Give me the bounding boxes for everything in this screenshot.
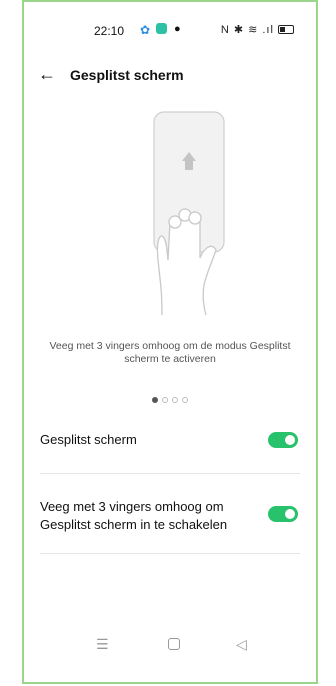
setting-row-three-finger-swipe[interactable]: Veeg met 3 vingers omhoog om Gesplitst s…: [40, 498, 300, 536]
setting-label: Veeg met 3 vingers omhoog om Gesplitst s…: [40, 499, 228, 532]
setting-label: Gesplitst scherm: [40, 432, 137, 447]
divider: [40, 473, 300, 474]
back-arrow-icon[interactable]: ←: [38, 64, 56, 85]
page-dot: [162, 397, 168, 403]
phone-frame: 22:10 ✿ ● N ✱ ≋ .ıl ← Gesplitst scherm V…: [22, 0, 318, 684]
system-icons: N ✱ ≋ .ıl: [221, 23, 294, 36]
page-dot: [172, 397, 178, 403]
setting-row-split-screen[interactable]: Gesplitst scherm: [40, 430, 300, 450]
gear-icon: ✿: [140, 23, 151, 37]
app-icon: [156, 23, 167, 34]
page-title: Gesplitst scherm: [70, 67, 184, 83]
status-bar: 22:10 ✿ ● N ✱ ≋ .ıl: [24, 20, 316, 40]
page-dot: [182, 397, 188, 403]
page-indicator: [24, 390, 316, 408]
page-dot: [152, 397, 158, 403]
three-finger-swipe-illustration: [153, 111, 225, 316]
status-time: 22:10: [94, 24, 125, 38]
three-finger-swipe-toggle[interactable]: [268, 506, 298, 522]
page-header: ← Gesplitst scherm: [24, 64, 316, 88]
system-icons-text: N ✱ ≋ .ıl: [220, 24, 274, 36]
menu-icon[interactable]: ☰: [96, 636, 109, 653]
navigation-bar: ☰ ◁: [24, 636, 316, 660]
split-screen-toggle[interactable]: [268, 432, 298, 448]
illustration-caption: Veeg met 3 vingers omhoog om de modus Ge…: [49, 340, 291, 365]
divider: [40, 553, 300, 554]
home-icon[interactable]: [168, 638, 180, 650]
location-icon: ●: [174, 23, 181, 35]
back-icon[interactable]: ◁: [236, 636, 247, 653]
battery-icon: [278, 25, 294, 34]
